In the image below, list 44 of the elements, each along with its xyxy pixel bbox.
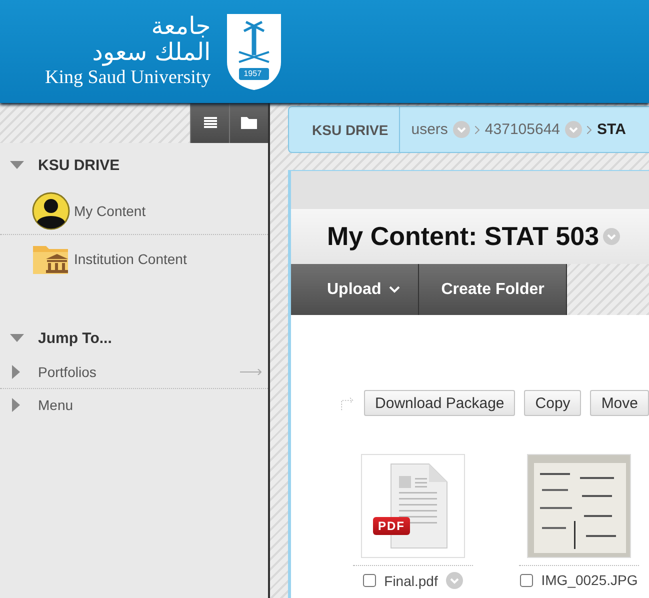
collapse-triangle-icon[interactable] <box>10 161 24 169</box>
chevron-right-icon <box>587 126 592 134</box>
user-icon <box>32 192 70 230</box>
folder-icon <box>241 117 257 129</box>
breadcrumb-link[interactable]: STA <box>597 121 626 138</box>
view-toggle-button[interactable] <box>190 103 229 143</box>
toolbar-button[interactable]: Upload <box>291 264 420 315</box>
arrow-icon <box>240 369 262 375</box>
action-button[interactable]: Download Package <box>364 390 516 416</box>
toolbar-button[interactable]: Create Folder <box>419 264 568 315</box>
sidebar-link[interactable]: My Content <box>74 202 146 218</box>
caret-icon <box>389 286 400 293</box>
dropdown-chevron-icon[interactable] <box>603 228 620 245</box>
action-button[interactable]: Move <box>590 390 649 416</box>
palm-emblem-icon <box>224 12 283 92</box>
logo-english-text: King Saud University <box>45 66 211 89</box>
breadcrumb-root[interactable]: KSU DRIVE <box>289 107 400 152</box>
breadcrumb-link[interactable]: 437105644 <box>484 121 560 138</box>
expand-triangle-icon[interactable] <box>12 365 20 379</box>
file-name[interactable]: IMG_0025.JPG <box>541 572 638 588</box>
file-name[interactable]: Final.pdf <box>384 572 438 588</box>
sidebar-link[interactable]: Portfolios <box>38 364 96 380</box>
logo-arabic-text: جامعة <box>151 14 211 40</box>
section-heading[interactable]: KSU DRIVE <box>38 156 120 174</box>
view-toggle-button[interactable] <box>229 103 268 143</box>
sidebar-link[interactable]: Menu <box>38 397 74 413</box>
collapse-triangle-icon[interactable] <box>10 334 24 342</box>
dropdown-chevron-icon[interactable] <box>452 121 470 138</box>
sidebar-link[interactable]: Institution Content <box>74 250 187 266</box>
section-heading[interactable]: Jump To... <box>38 330 112 346</box>
list-icon <box>204 117 216 129</box>
page-title: My Content: STAT 503 <box>327 221 600 252</box>
dropdown-chevron-icon[interactable] <box>565 121 582 138</box>
chevron-right-icon <box>474 126 480 134</box>
breadcrumb-link[interactable]: users <box>411 121 448 138</box>
file-checkbox[interactable] <box>520 574 534 586</box>
expand-triangle-icon[interactable] <box>12 398 20 412</box>
pdf-badge: PDF <box>373 517 410 535</box>
action-button[interactable]: Copy <box>524 390 582 416</box>
logo-arabic-text: الملك سعود <box>92 40 211 65</box>
emblem-year: 1957 <box>244 68 262 78</box>
file-checkbox[interactable] <box>363 574 376 587</box>
file-thumbnail[interactable]: PDF <box>361 454 465 558</box>
dropdown-chevron-icon[interactable] <box>446 572 463 589</box>
